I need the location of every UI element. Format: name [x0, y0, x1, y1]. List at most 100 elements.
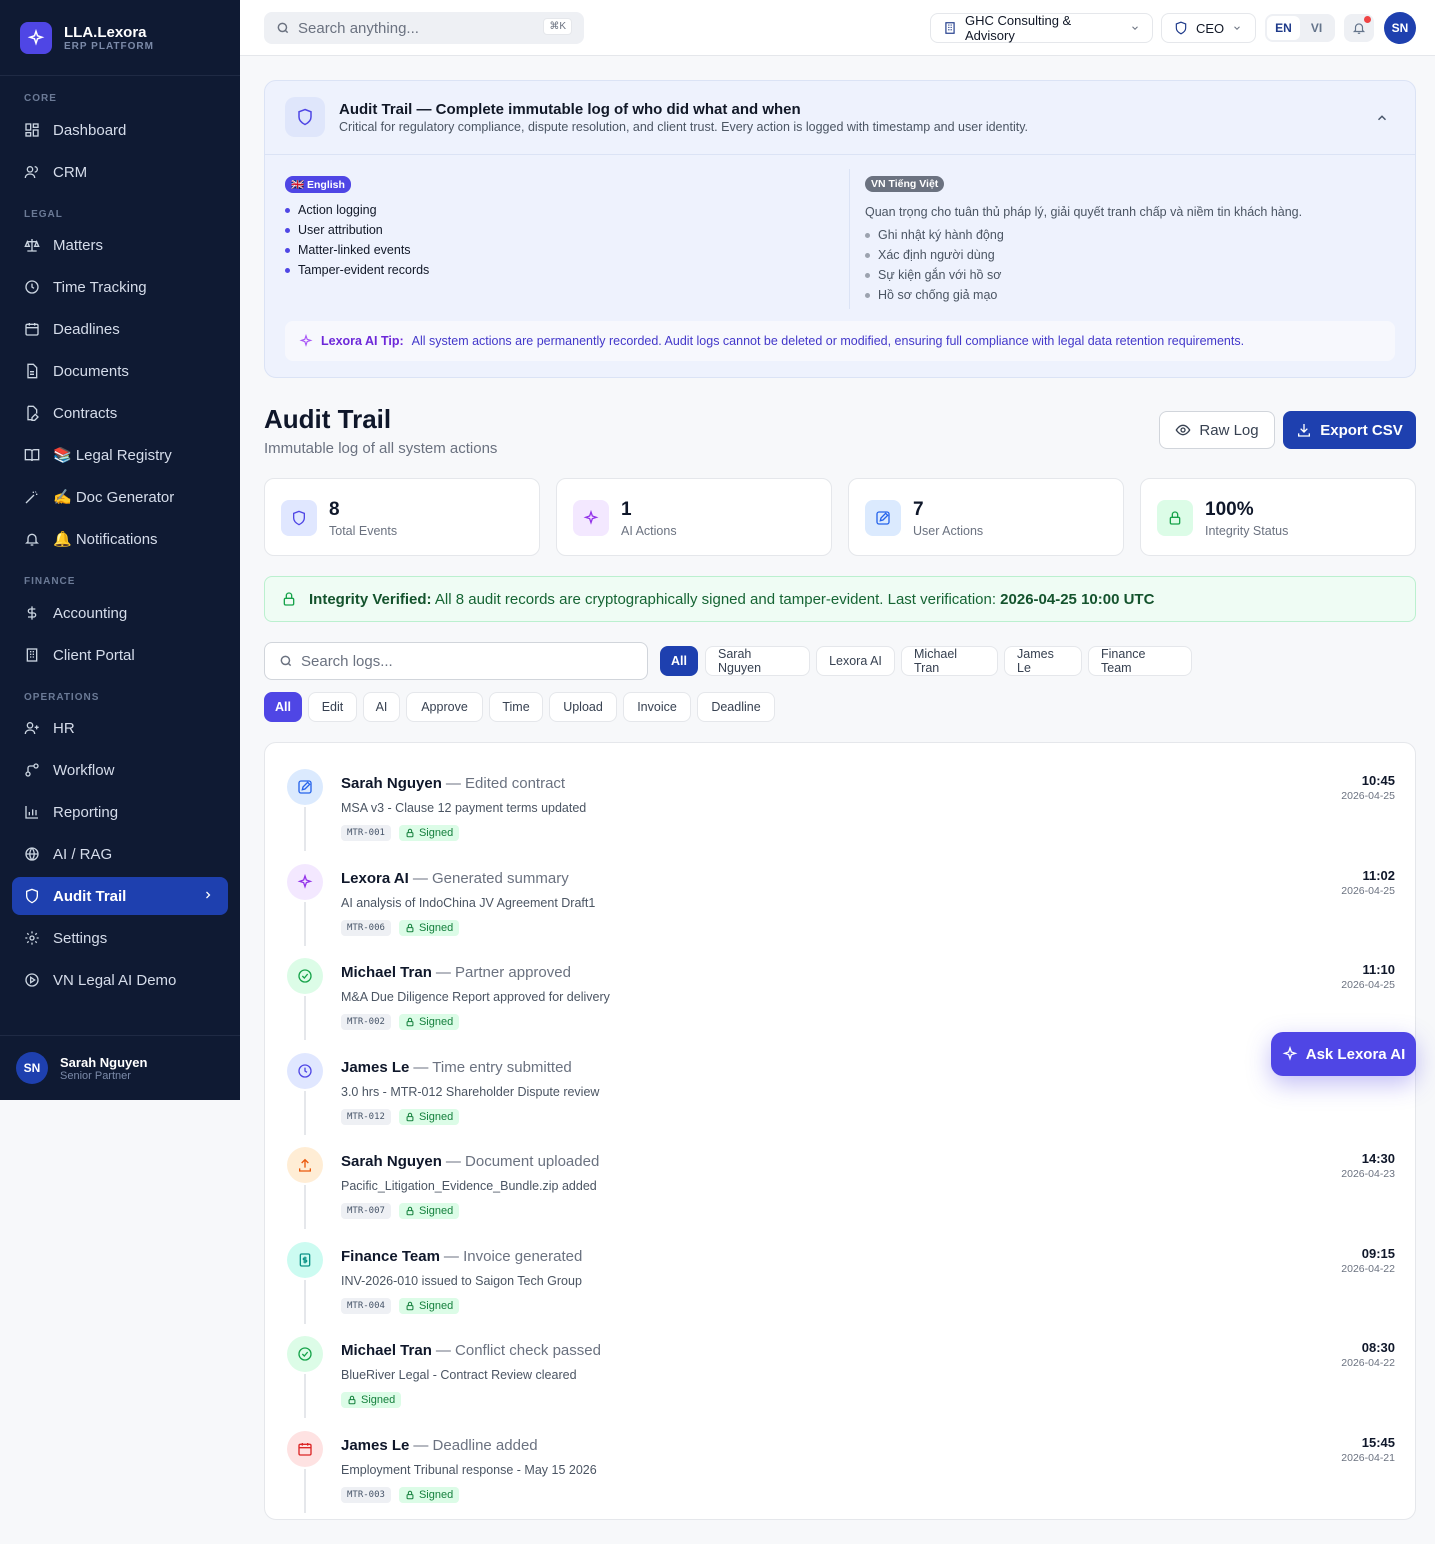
- lock-icon: [1157, 500, 1193, 536]
- sidebar-item-vn-legal-ai-demo[interactable]: VN Legal AI Demo: [12, 961, 228, 999]
- type-filter-time[interactable]: Time: [489, 692, 543, 722]
- sidebar-item-deadlines[interactable]: Deadlines: [12, 310, 228, 348]
- log-entry[interactable]: Sarah Nguyen — Edited contract MSA v3 - C…: [265, 749, 1415, 851]
- sidebar-item-legal-registry[interactable]: 📚 Legal Registry: [12, 436, 228, 474]
- stat-label: Total Events: [329, 524, 398, 538]
- sidebar-item-label: Documents: [53, 362, 129, 380]
- stat-label: User Actions: [913, 524, 984, 538]
- sidebar-item-time-tracking[interactable]: Time Tracking: [12, 268, 228, 306]
- sidebar-item-reporting[interactable]: Reporting: [12, 793, 228, 831]
- role-selector[interactable]: CEO: [1161, 13, 1256, 43]
- log-user: Finance Team: [341, 1248, 440, 1265]
- matter-id-badge[interactable]: MTR-004: [341, 1298, 391, 1314]
- sidebar-item-dashboard[interactable]: Dashboard: [12, 111, 228, 149]
- log-search-input[interactable]: Search logs...: [264, 642, 648, 680]
- section-finance: FINANCE: [24, 576, 76, 587]
- matter-id-badge[interactable]: MTR-007: [341, 1203, 391, 1219]
- sidebar-item-contracts[interactable]: Contracts: [12, 394, 228, 432]
- clock-icon: [24, 279, 40, 295]
- ask-lexora-ai-button[interactable]: Ask Lexora AI: [1271, 1032, 1416, 1076]
- log-action: — Edited contract: [445, 775, 566, 792]
- lock-icon: [406, 1301, 414, 1311]
- log-time: 10:45: [1361, 773, 1395, 788]
- calendar-icon: [24, 321, 40, 337]
- export-csv-button[interactable]: Export CSV: [1283, 411, 1416, 449]
- user-filter-james-le[interactable]: James Le: [1004, 646, 1082, 676]
- sidebar-item-label: CRM: [53, 163, 88, 181]
- log-entry[interactable]: Michael Tran — Partner approved M&A Due D…: [265, 938, 1415, 1040]
- sidebar-item-client-portal[interactable]: Client Portal: [12, 636, 228, 674]
- type-filter-all[interactable]: All: [264, 692, 302, 722]
- sidebar-item-settings[interactable]: Settings: [12, 919, 228, 957]
- user-filter-lexora-ai[interactable]: Lexora AI: [816, 646, 895, 676]
- log-entry[interactable]: Lexora AI — Generated summary AI analysis…: [265, 844, 1415, 946]
- list-item: Matter-linked events: [285, 240, 429, 260]
- divider: [265, 154, 1415, 155]
- sidebar-item-ai-rag[interactable]: AI / RAG: [12, 835, 228, 873]
- stat-value: 7: [913, 499, 924, 520]
- signed-label: Signed: [418, 1300, 454, 1312]
- matter-id-badge[interactable]: MTR-002: [341, 1014, 391, 1030]
- stat-card-integrity-status: 100% Integrity Status: [1140, 478, 1416, 556]
- matter-id-badge[interactable]: MTR-003: [341, 1487, 391, 1503]
- log-entry[interactable]: Michael Tran — Conflict check passed Blue…: [265, 1316, 1415, 1418]
- sidebar-item-doc-generator[interactable]: ✍️ Doc Generator: [12, 478, 228, 516]
- type-filter-edit[interactable]: Edit: [308, 692, 357, 722]
- sidebar-item-label: AI / RAG: [53, 845, 113, 863]
- user-filter-all[interactable]: All: [660, 646, 698, 676]
- check-circle-icon: [287, 958, 323, 994]
- user-filter-finance-team[interactable]: Finance Team: [1088, 646, 1192, 676]
- log-time: 14:30: [1361, 1151, 1395, 1166]
- type-filter-upload[interactable]: Upload: [549, 692, 617, 722]
- section-operations: OPERATIONS: [24, 692, 100, 703]
- sidebar-item-matters[interactable]: Matters: [12, 226, 228, 264]
- topbar: Search anything... ⌘K GHC Consulting & A…: [240, 0, 1435, 56]
- sidebar-item-workflow[interactable]: Workflow: [12, 751, 228, 789]
- sidebar-item-notifications[interactable]: 🔔 Notifications: [12, 520, 228, 558]
- sparkle-icon: [1282, 1046, 1298, 1062]
- lang-vi-button[interactable]: VI: [1300, 16, 1333, 40]
- log-entry[interactable]: James Le — Deadline added Employment Trib…: [265, 1411, 1415, 1513]
- notifications-button[interactable]: [1344, 14, 1374, 42]
- raw-log-button[interactable]: Raw Log: [1159, 411, 1275, 449]
- log-entry[interactable]: James Le — Time entry submitted 3.0 hrs -…: [265, 1033, 1415, 1135]
- global-search[interactable]: Search anything... ⌘K: [264, 12, 584, 44]
- log-entry[interactable]: Sarah Nguyen — Document uploaded Pacific_…: [265, 1127, 1415, 1229]
- lang-en-button[interactable]: EN: [1267, 16, 1300, 40]
- calendar-icon: [287, 1431, 323, 1467]
- stat-value: 1: [621, 499, 632, 520]
- user-filter-sarah-nguyen[interactable]: Sarah Nguyen: [705, 646, 810, 676]
- sidebar-item-documents[interactable]: Documents: [12, 352, 228, 390]
- log-time: 11:10: [1362, 962, 1395, 977]
- sidebar-item-crm[interactable]: CRM: [12, 153, 228, 191]
- sidebar-item-label: 🔔 Notifications: [53, 531, 158, 548]
- type-filter-invoice[interactable]: Invoice: [623, 692, 691, 722]
- type-filter-approve[interactable]: Approve: [406, 692, 483, 722]
- company-selector[interactable]: GHC Consulting & Advisory: [930, 13, 1153, 43]
- log-detail: M&A Due Diligence Report approved for de…: [341, 990, 610, 1004]
- type-filter-ai[interactable]: AI: [363, 692, 400, 722]
- log-detail: MSA v3 - Clause 12 payment terms updated: [341, 801, 587, 815]
- user-filter-michael-tran[interactable]: Michael Tran: [901, 646, 998, 676]
- search-placeholder: Search anything...: [298, 19, 419, 37]
- sidebar-item-accounting[interactable]: Accounting: [12, 594, 228, 632]
- matter-id-badge[interactable]: MTR-012: [341, 1109, 391, 1125]
- scale-icon: [24, 237, 40, 253]
- avatar[interactable]: SN: [1384, 12, 1416, 44]
- user-profile[interactable]: SN Sarah Nguyen Senior Partner: [16, 1052, 147, 1084]
- brand[interactable]: LLA.Lexora ERP PLATFORM: [20, 22, 154, 54]
- stat-card-user-actions: 7 User Actions: [848, 478, 1124, 556]
- notification-dot: [1364, 16, 1371, 23]
- sidebar-item-label: Workflow: [53, 761, 115, 779]
- log-entry[interactable]: Finance Team — Invoice generated INV-2026…: [265, 1222, 1415, 1324]
- sidebar-item-hr[interactable]: HR: [12, 709, 228, 747]
- type-filter-deadline[interactable]: Deadline: [697, 692, 775, 722]
- signed-label: Signed: [418, 1016, 454, 1028]
- matter-id-badge[interactable]: MTR-001: [341, 825, 391, 841]
- shield-icon: [285, 97, 325, 137]
- sidebar-item-audit-trail[interactable]: Audit Trail: [12, 877, 228, 915]
- matter-id-badge[interactable]: MTR-006: [341, 920, 391, 936]
- chevron-up-icon[interactable]: [1375, 111, 1389, 125]
- vietnamese-badge: VN Tiếng Việt: [865, 176, 945, 192]
- integrity-timestamp: 2026-04-25 10:00 UTC: [1000, 590, 1155, 608]
